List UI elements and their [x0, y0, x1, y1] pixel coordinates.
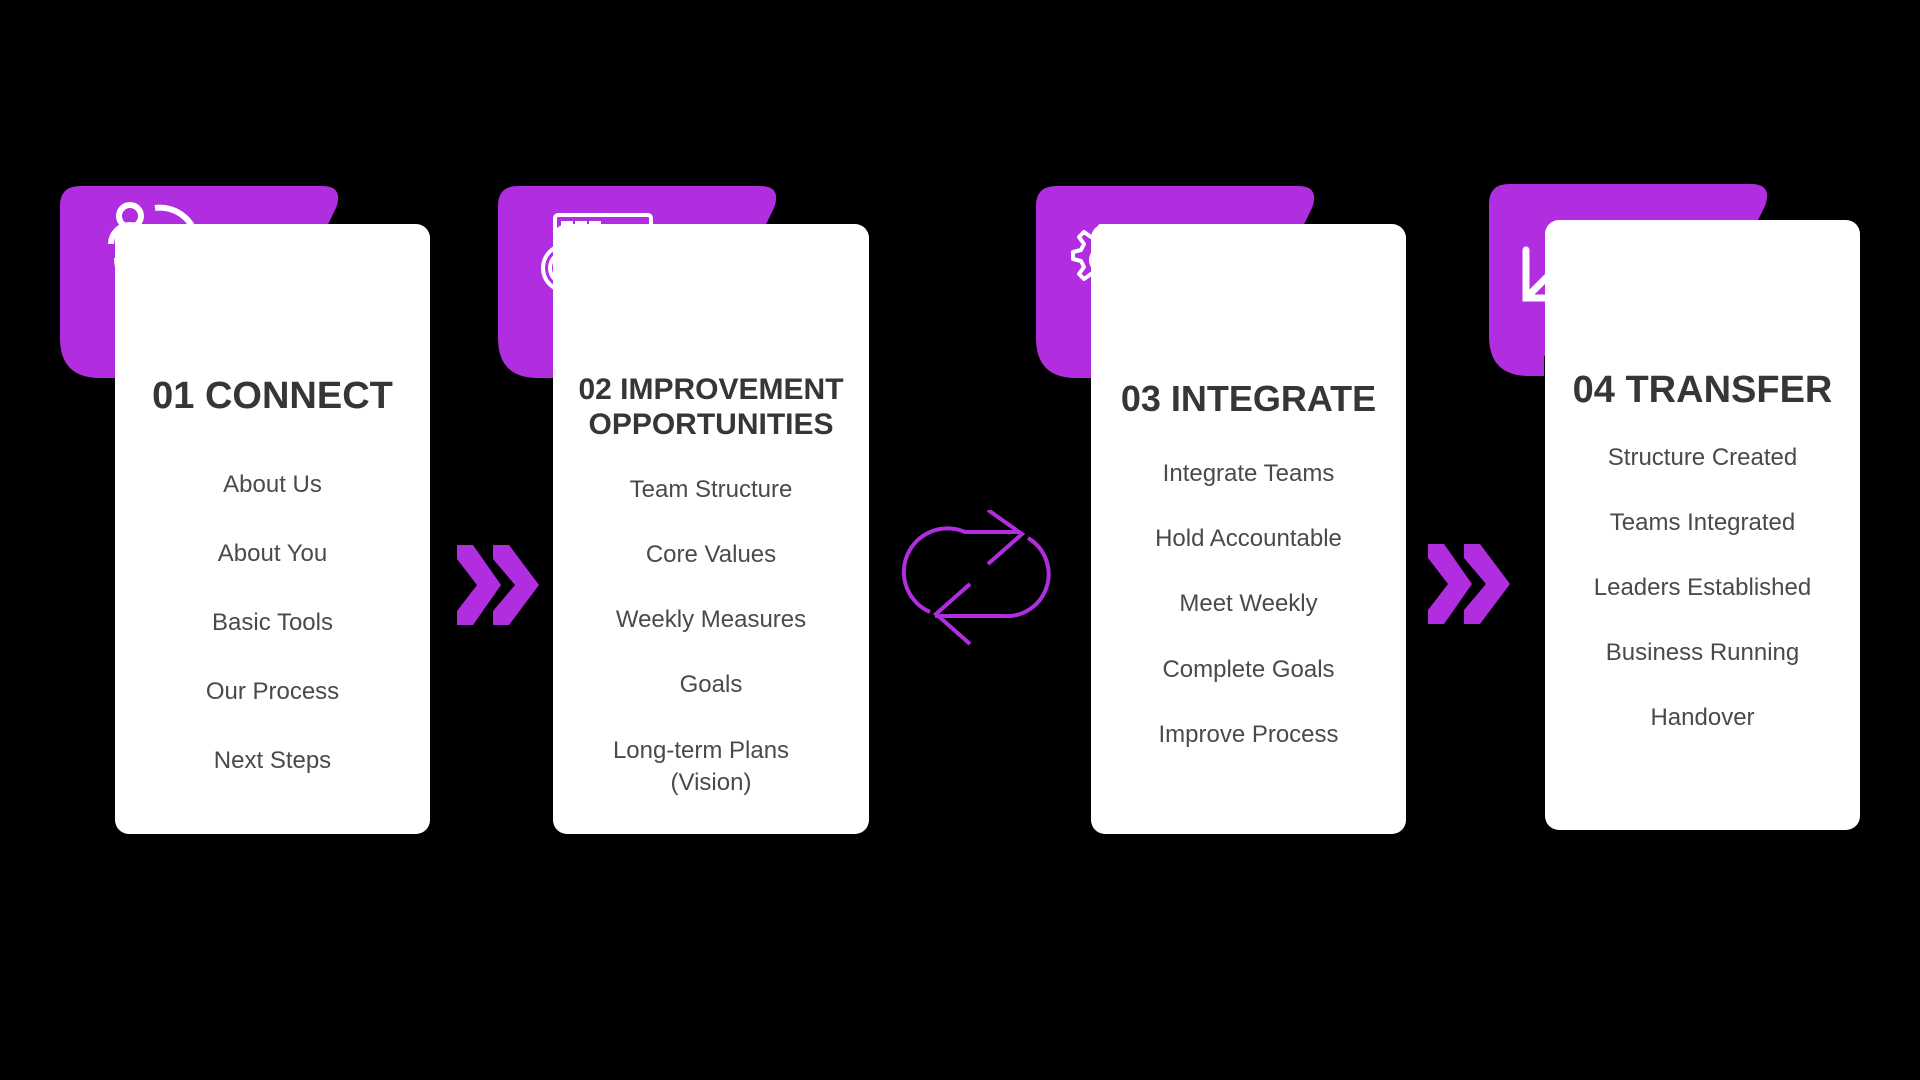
step-3-card: 03 INTEGRATE Integrate Teams Hold Accoun…: [1091, 224, 1406, 834]
step-title-line-1: 02 IMPROVEMENT: [578, 373, 844, 406]
step-item: Complete Goals: [1162, 656, 1335, 683]
step-item-continuation: (Vision): [670, 769, 752, 796]
step-title: 04 TRANSFER: [1572, 369, 1833, 411]
step-title: 03 INTEGRATE: [1120, 378, 1377, 419]
step-item: Teams Integrated: [1609, 509, 1796, 536]
step-4-card: 04 TRANSFER Structure Created Teams Inte…: [1545, 220, 1860, 830]
step-item: About Us: [223, 471, 322, 498]
step-item: Next Steps: [213, 747, 332, 774]
step-title: 01 CONNECT: [152, 375, 393, 417]
double-chevron-right-icon: [457, 545, 541, 630]
step-item: Meet Weekly: [1179, 590, 1318, 617]
step-item: Handover: [1650, 704, 1755, 731]
step-item: Team Structure: [629, 476, 793, 503]
step-item: Hold Accountable: [1155, 525, 1342, 552]
step-item: Improve Process: [1158, 721, 1339, 748]
step-item: Structure Created: [1607, 444, 1798, 471]
step-1-card: 01 CONNECT About Us About You Basic Tool…: [115, 224, 430, 834]
step-item: Core Values: [645, 541, 777, 568]
double-chevron-right-icon: [1428, 544, 1512, 629]
step-item: About You: [217, 540, 328, 567]
step-item: Our Process: [205, 678, 340, 705]
step-item: Integrate Teams: [1162, 460, 1335, 487]
step-title-line-2: OPPORTUNITIES: [588, 408, 834, 441]
step-item: Goals: [679, 671, 743, 698]
step-item: Leaders Established: [1593, 574, 1812, 601]
step-item: Business Running: [1605, 639, 1800, 666]
step-item: Long-term Plans: [612, 737, 790, 764]
repeat-cycle-icon: [900, 508, 1060, 651]
step-2-card: 02 IMPROVEMENT OPPORTUNITIES Team Struct…: [553, 224, 869, 834]
step-item: Basic Tools: [212, 609, 333, 636]
step-item: Weekly Measures: [615, 606, 807, 633]
step-title: 02 IMPROVEMENT OPPORTUNITIES: [553, 372, 869, 442]
